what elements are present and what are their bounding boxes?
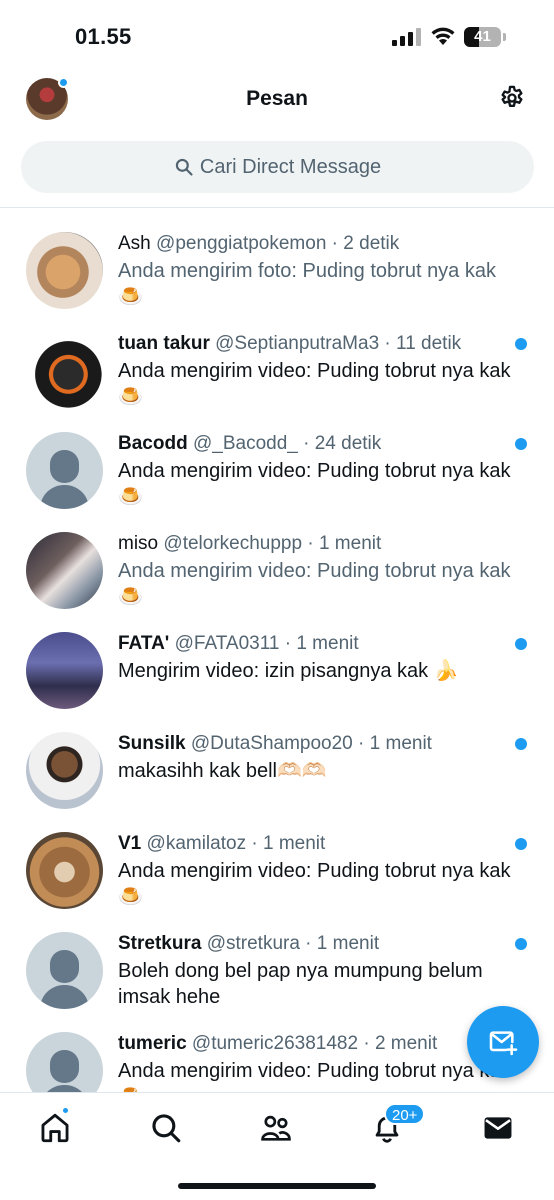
- conversation-preview: Anda mengirim video: Puding tobrut nya k…: [118, 1060, 510, 1092]
- status-time: 01.55: [75, 24, 132, 49]
- home-icon: [41, 1113, 69, 1143]
- avatar[interactable]: [26, 632, 103, 709]
- conversation-name: FATA': [118, 633, 170, 654]
- new-message-icon: [489, 1031, 518, 1056]
- conversation-preview: Anda mengirim video: Puding tobrut nya k…: [118, 560, 511, 608]
- avatar[interactable]: [26, 1032, 103, 1092]
- nav-home[interactable]: [38, 1111, 72, 1145]
- conversation-time: 11 detik: [396, 333, 462, 354]
- avatar[interactable]: [26, 332, 103, 409]
- conversation-name: Stretkura: [118, 933, 202, 954]
- avatar[interactable]: [26, 432, 103, 509]
- avatar[interactable]: [26, 732, 103, 809]
- home-indicator[interactable]: [178, 1183, 376, 1189]
- conversation-item[interactable]: V1 @kamilatoz · 1 menit Anda mengirim vi…: [0, 808, 554, 909]
- wifi-icon: [431, 27, 455, 45]
- conversation-time: 2 menit: [374, 1033, 438, 1054]
- conversation-handle: @_Bacodd_: [192, 433, 298, 454]
- conversation-item[interactable]: tuan takur @SeptianputraMa3 · 11 detik A…: [0, 308, 554, 409]
- avatar[interactable]: [26, 932, 103, 1009]
- messages-icon: [484, 1117, 512, 1139]
- conversation-preview: Anda mengirim foto: Puding tobrut nya ka…: [118, 260, 496, 308]
- unread-dot: [515, 838, 527, 850]
- conversation-time: 24 detik: [314, 433, 382, 454]
- nav-explore[interactable]: [149, 1111, 183, 1145]
- conversation-handle: @SeptianputraMa3: [215, 333, 380, 354]
- conversation-item[interactable]: miso @telorkechuppp · 1 menit Anda mengi…: [0, 508, 554, 609]
- header: Pesan: [0, 74, 554, 134]
- unread-dot: [515, 338, 527, 350]
- conversation-time: 1 menit: [262, 833, 326, 854]
- conversation-time: 1 menit: [318, 533, 382, 554]
- conversation-time: 1 menit: [316, 933, 380, 954]
- notification-badge: 20+: [384, 1103, 426, 1125]
- search-placeholder: Cari Direct Message: [199, 155, 382, 178]
- conversation-item[interactable]: Ash @penggiatpokemon · 2 detik Anda meng…: [0, 208, 554, 309]
- conversation-handle: @telorkechuppp: [163, 533, 303, 554]
- conversation-handle: @DutaShampoo20: [190, 733, 353, 754]
- unread-dot: [515, 638, 527, 650]
- conversation-time: 1 menit: [369, 733, 432, 754]
- conversation-name: tuan takur: [118, 333, 210, 354]
- nav-communities[interactable]: [259, 1111, 293, 1145]
- unread-dot: [515, 738, 527, 750]
- battery-icon: 41: [464, 27, 506, 47]
- conversation-name: tumeric: [118, 1033, 187, 1054]
- conversation-item[interactable]: Bacodd @_Bacodd_ · 24 detik Anda mengiri…: [0, 408, 554, 509]
- conversation-preview: Mengirim video: izin pisangnya kak 🍌: [118, 660, 459, 682]
- conversation-name: Bacodd: [118, 433, 188, 454]
- page-title: Pesan: [246, 87, 308, 110]
- settings-icon[interactable]: [498, 84, 526, 112]
- new-message-button[interactable]: [467, 1006, 539, 1078]
- conversation-item[interactable]: Stretkura @stretkura · 1 menit Boleh don…: [0, 908, 554, 1009]
- conversation-preview: Anda mengirim video: Puding tobrut nya k…: [118, 860, 511, 908]
- conversation-time: 2 detik: [343, 233, 400, 254]
- conversation-item[interactable]: FATA' @FATA0311 · 1 menit Mengirim video…: [0, 608, 554, 709]
- status-bar: 01.55 41: [0, 0, 554, 74]
- conversation-list: Ash @penggiatpokemon · 2 detik Anda meng…: [0, 208, 554, 1092]
- conversation-handle: @FATA0311: [174, 633, 280, 654]
- unread-dot: [515, 438, 527, 450]
- explore-icon: [152, 1114, 181, 1143]
- conversation-preview: Anda mengirim video: Puding tobrut nya k…: [118, 360, 511, 408]
- battery-level: 41: [474, 28, 491, 45]
- conversation-handle: @penggiatpokemon: [156, 233, 327, 254]
- nav-messages[interactable]: [481, 1111, 515, 1145]
- conversation-item[interactable]: Sunsilk @DutaShampoo20 · 1 menit makasih…: [0, 708, 554, 809]
- conversation-name: miso: [118, 533, 159, 554]
- conversation-handle: @tumeric26381482: [191, 1033, 359, 1054]
- conversation-name: Sunsilk: [118, 733, 186, 754]
- avatar[interactable]: [26, 232, 103, 309]
- conversation-time: 1 menit: [296, 633, 359, 654]
- search-input[interactable]: Cari Direct Message: [21, 141, 534, 193]
- communities-icon: [261, 1115, 291, 1141]
- conversation-preview: Anda mengirim video: Puding tobrut nya k…: [118, 460, 511, 508]
- avatar[interactable]: [26, 532, 103, 609]
- avatar[interactable]: [26, 832, 103, 909]
- search-icon: [175, 158, 193, 176]
- conversation-name: V1: [118, 833, 142, 854]
- home-notification-dot: [61, 1106, 70, 1115]
- unread-dot: [515, 938, 527, 950]
- conversation-preview: Boleh dong bel pap nya mumpung belum ims…: [118, 960, 483, 1008]
- conversation-name: Ash: [118, 233, 151, 254]
- conversation-preview: makasihh kak bell🫶🏻🫶🏻: [118, 760, 327, 782]
- conversation-handle: @stretkura: [206, 933, 300, 954]
- conversation-handle: @kamilatoz: [146, 833, 247, 854]
- cellular-signal-icon: [392, 28, 421, 46]
